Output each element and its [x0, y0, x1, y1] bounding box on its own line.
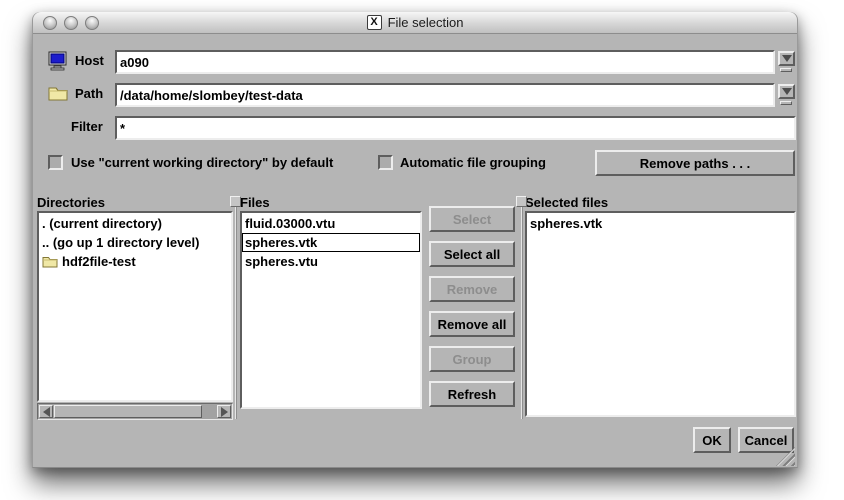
- window-title-area: X File selection: [367, 15, 464, 30]
- x11-app-icon: X: [367, 15, 382, 30]
- window-controls: [43, 16, 99, 30]
- scroll-left-arrow[interactable]: [39, 405, 53, 418]
- zoom-button[interactable]: [85, 16, 99, 30]
- pane-divider[interactable]: [235, 198, 237, 419]
- list-item[interactable]: hdf2file-test: [39, 252, 231, 271]
- refresh-button[interactable]: Refresh: [429, 381, 515, 407]
- host-label: Host: [75, 53, 104, 68]
- remove-paths-button[interactable]: Remove paths . . .: [595, 150, 795, 176]
- list-item[interactable]: fluid.03000.vtu: [242, 214, 420, 233]
- selected-files-list[interactable]: spheres.vtk: [525, 211, 796, 417]
- filter-label: Filter: [71, 119, 103, 134]
- files-list[interactable]: fluid.03000.vtu spheres.vtk spheres.vtu: [240, 211, 422, 409]
- file-selection-dialog: X File selection Host Path Filter Use: [32, 12, 798, 468]
- titlebar[interactable]: X File selection: [33, 12, 797, 34]
- scroll-right-arrow[interactable]: [217, 405, 231, 418]
- directories-hscrollbar[interactable]: [37, 403, 233, 420]
- folder-icon: [42, 255, 58, 268]
- cwd-checkbox[interactable]: [48, 155, 63, 170]
- cancel-button[interactable]: Cancel: [738, 427, 794, 453]
- list-item[interactable]: spheres.vtk: [527, 214, 794, 233]
- path-folder-icon: [48, 85, 68, 101]
- host-history-dropdown[interactable]: [777, 50, 797, 74]
- list-item[interactable]: spheres.vtu: [242, 252, 420, 271]
- filter-input[interactable]: [115, 116, 796, 140]
- path-label: Path: [75, 86, 103, 101]
- list-item[interactable]: . (current directory): [39, 214, 231, 233]
- select-button[interactable]: Select: [429, 206, 515, 232]
- cwd-checkbox-label: Use "current working directory" by defau…: [71, 155, 333, 170]
- list-item-selected[interactable]: spheres.vtk: [242, 233, 420, 252]
- auto-grouping-checkbox[interactable]: [378, 155, 393, 170]
- sash-handle[interactable]: [516, 196, 527, 207]
- chevron-down-icon: [782, 88, 792, 95]
- chevron-down-icon: [782, 55, 792, 62]
- minimize-button[interactable]: [64, 16, 78, 30]
- close-button[interactable]: [43, 16, 57, 30]
- directories-panel-label: Directories: [37, 195, 105, 210]
- host-computer-icon: [48, 51, 69, 71]
- group-button[interactable]: Group: [429, 346, 515, 372]
- scrollbar-thumb[interactable]: [54, 405, 202, 418]
- host-input[interactable]: [115, 50, 775, 74]
- directories-list[interactable]: . (current directory) .. (go up 1 direct…: [37, 211, 233, 402]
- path-history-dropdown[interactable]: [777, 83, 797, 107]
- select-all-button[interactable]: Select all: [429, 241, 515, 267]
- path-input[interactable]: [115, 83, 775, 107]
- sash-handle[interactable]: [230, 196, 241, 207]
- remove-button[interactable]: Remove: [429, 276, 515, 302]
- pane-divider[interactable]: [521, 198, 523, 419]
- ok-button[interactable]: OK: [693, 427, 731, 453]
- files-panel-label: Files: [240, 195, 270, 210]
- selected-files-panel-label: Selected files: [525, 195, 608, 210]
- auto-grouping-label: Automatic file grouping: [400, 155, 546, 170]
- remove-all-button[interactable]: Remove all: [429, 311, 515, 337]
- window-title: File selection: [388, 15, 464, 30]
- list-item[interactable]: .. (go up 1 directory level): [39, 233, 231, 252]
